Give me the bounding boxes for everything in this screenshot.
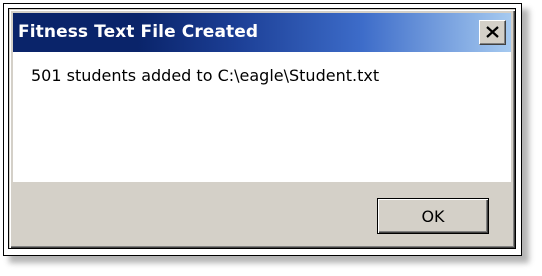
dialog-title: Fitness Text File Created <box>18 22 259 42</box>
close-button[interactable] <box>479 20 506 45</box>
dialog-title-bar[interactable]: Fitness Text File Created <box>13 13 511 52</box>
dialog-message: 501 students added to C:\eagle\Student.t… <box>31 66 380 85</box>
close-icon <box>486 26 499 38</box>
ok-button[interactable]: OK <box>377 198 489 234</box>
message-dialog: Fitness Text File Created 501 students a… <box>8 8 516 249</box>
